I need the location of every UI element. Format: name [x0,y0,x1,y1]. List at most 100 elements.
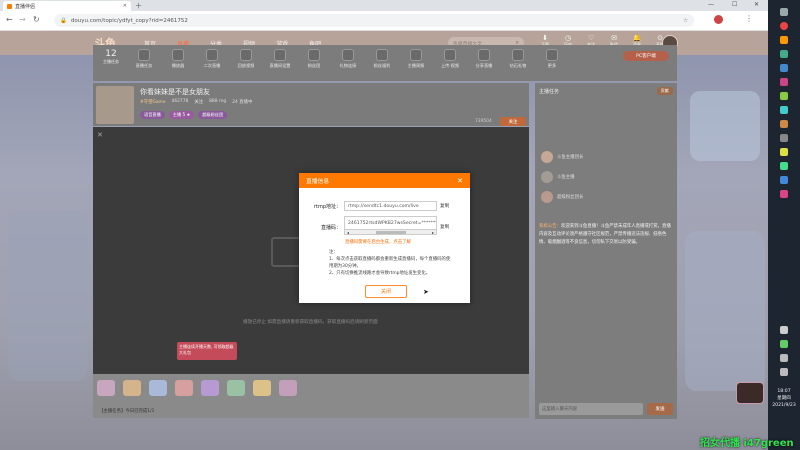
tag-superfan[interactable]: 超级粉丝团 [198,111,228,119]
tool-upload-video[interactable]: 上传·视频 [433,49,467,69]
taskbar-app-icon[interactable] [780,176,788,184]
close-dialog-button[interactable]: 关闭 [365,285,407,298]
meta-id: 462778 [171,99,189,104]
forward-icon[interactable]: → [19,15,26,24]
taskbar-app-icon[interactable] [780,8,788,16]
close-window-icon[interactable]: ✕ [754,1,759,8]
key-field-wrap: 2461752rtsdWPKB27wsSecret=******* ◂ ▸ [344,216,437,235]
notes-title: 注： [329,250,338,255]
key-label: 直播码： [320,225,341,231]
reload-icon[interactable]: ↻ [33,15,40,24]
browser-tab[interactable]: 直播伴侣 ✕ [3,1,131,11]
pc-client-button[interactable]: PC客户端 [623,51,669,61]
taskbar-app-icon[interactable] [780,134,788,142]
taskbar-app-icon[interactable] [780,148,788,156]
minimize-icon[interactable]: — [708,1,714,8]
decorative-character-left [8,211,88,381]
player-close-icon[interactable]: ✕ [97,131,103,139]
tool-playback[interactable]: 回放视频 [229,49,263,69]
key-copy-button[interactable]: 复制 [440,224,449,230]
key-field[interactable]: 2461752rtsdWPKB27wsSecret=******* [344,216,437,229]
back-icon[interactable]: ← [6,15,13,24]
gift-item-icon[interactable] [97,380,115,396]
taskbar-chrome-icon[interactable] [780,22,788,30]
windows-taskbar: 18:07 星期四 2021/9/23 [768,0,800,450]
gift-item-icon[interactable] [253,380,271,396]
clock-date: 2021/9/23 [772,403,796,408]
gift-banner[interactable]: 主播连续开播天数, 可领取超级大礼包 [177,342,237,360]
tool-live-task[interactable]: 直播任务 [127,49,161,69]
rank-row[interactable]: 超级粉丝团长 [541,191,583,203]
tool-replay[interactable]: 二次直播 [195,49,229,69]
taskbar-app-icon[interactable] [780,106,788,114]
task-count: 12 [105,49,117,59]
chat-input[interactable]: 这里输入聊天内容 [539,403,643,415]
tool-room-settings[interactable]: 直播间设置 [263,49,297,69]
taskbar-clock[interactable]: 18:07 星期四 2021/9/23 [768,388,800,409]
volume-icon[interactable] [780,368,788,376]
taskbar-app-icon[interactable] [780,50,788,58]
gift-bar: 主播连续开播天数, 可领取超级大礼包 【主播任务】今日已完成1/1 [93,342,529,418]
tab-favicon-icon [7,3,12,9]
taskbar-app-icon[interactable] [780,120,788,128]
category-tag[interactable]: #守望Game [140,99,166,105]
url-field[interactable]: 🔒 douyu.com/topic/ydfyt_copy?rid=2461752… [54,14,694,27]
taskbar-app-icon[interactable] [780,92,788,100]
maximize-icon[interactable]: ☐ [732,1,737,8]
gift-item-icon[interactable] [279,380,297,396]
gift-item-icon[interactable] [149,380,167,396]
tool-fan-club[interactable]: 粉丝团 [297,49,331,69]
tool-share[interactable]: 分享直播 [467,49,501,69]
tool-weekly-report[interactable]: 主播周报 [399,49,433,69]
tab-title: 直播伴侣 [15,3,36,10]
tray-icon[interactable] [780,326,788,334]
tool-player[interactable]: 播放器 [161,49,195,69]
tag-level[interactable]: 主播 5 ★ [168,111,195,119]
rtmp-field[interactable]: rtmp://sendtc1.douyu.com/live [344,201,437,211]
note-2: 2、只有切换推流线路才会导致rtmp地址发生变化。 [329,271,431,276]
rtmp-copy-button[interactable]: 复制 [440,203,449,209]
meta-follow: 关注 [194,100,204,105]
upload-icon [444,49,456,61]
tab-close-icon[interactable]: ✕ [123,3,127,9]
meta-rank: 888 rng [209,99,227,104]
taskbar-app-icon[interactable] [780,162,788,170]
extension-icon[interactable] [714,15,723,24]
stream-tags: 语音直播 主播 5 ★ 超级粉丝团 [140,111,228,119]
browser-menu-icon[interactable]: ⋮ [745,14,753,23]
key-warning[interactable]: 直播码需要在后台生成，点击了解 [345,239,411,245]
share-icon [478,49,490,61]
gift-item-icon[interactable] [175,380,193,396]
tool-more[interactable]: 更多 [535,49,569,69]
rank-row[interactable]: 斗鱼主播 [541,171,583,183]
taskbar-app-icon[interactable] [780,190,788,198]
tray-icon[interactable] [780,340,788,348]
send-button[interactable]: 发送 [647,403,673,415]
stream-info-dialog: 直播信息 ✕ rtmp地址： rtmp://sendtc1.douyu.com/… [299,173,470,303]
key-row: 直播码： 2461752rtsdWPKB27wsSecret=******* ◂… [303,216,449,235]
star-icon[interactable]: ☆ [683,18,688,24]
task-count-label: 主播任务 [103,59,119,64]
tag-voice[interactable]: 语音直播 [140,111,165,119]
chat-panel: 主播任务 贡献 斗鱼主播团长 斗鱼主播 超级粉丝团长 系统公告：欢迎来到斗鱼直播… [535,83,677,419]
new-tab-icon[interactable]: ＋ [135,1,142,11]
gift-item-icon[interactable] [123,380,141,396]
network-icon[interactable] [780,354,788,362]
tool-fan-welfare[interactable]: 粉丝福利 [365,49,399,69]
streamer-avatar[interactable] [96,86,134,124]
taskbar-app-icon[interactable] [780,36,788,44]
taskbar-app-icon[interactable] [780,78,788,86]
task-counter[interactable]: 12 主播任务 [99,49,123,65]
gift-item-icon[interactable] [201,380,219,396]
rank-row[interactable]: 斗鱼主播团长 [541,151,583,163]
gift-item-icon[interactable] [227,380,245,396]
dialog-close-icon[interactable]: ✕ [457,177,463,185]
tool-diamond-gift[interactable]: 钻石礼物 [501,49,535,69]
stream-badge-logo [736,382,764,404]
follow-button[interactable]: 关注 [500,117,526,126]
key-field-scrollbar[interactable]: ◂ ▸ [344,229,437,235]
tool-gift-link[interactable]: 礼物连接 [331,49,365,69]
settings-icon [274,49,286,61]
taskbar-app-icon[interactable] [780,64,788,72]
contribute-button[interactable]: 贡献 [656,87,673,95]
